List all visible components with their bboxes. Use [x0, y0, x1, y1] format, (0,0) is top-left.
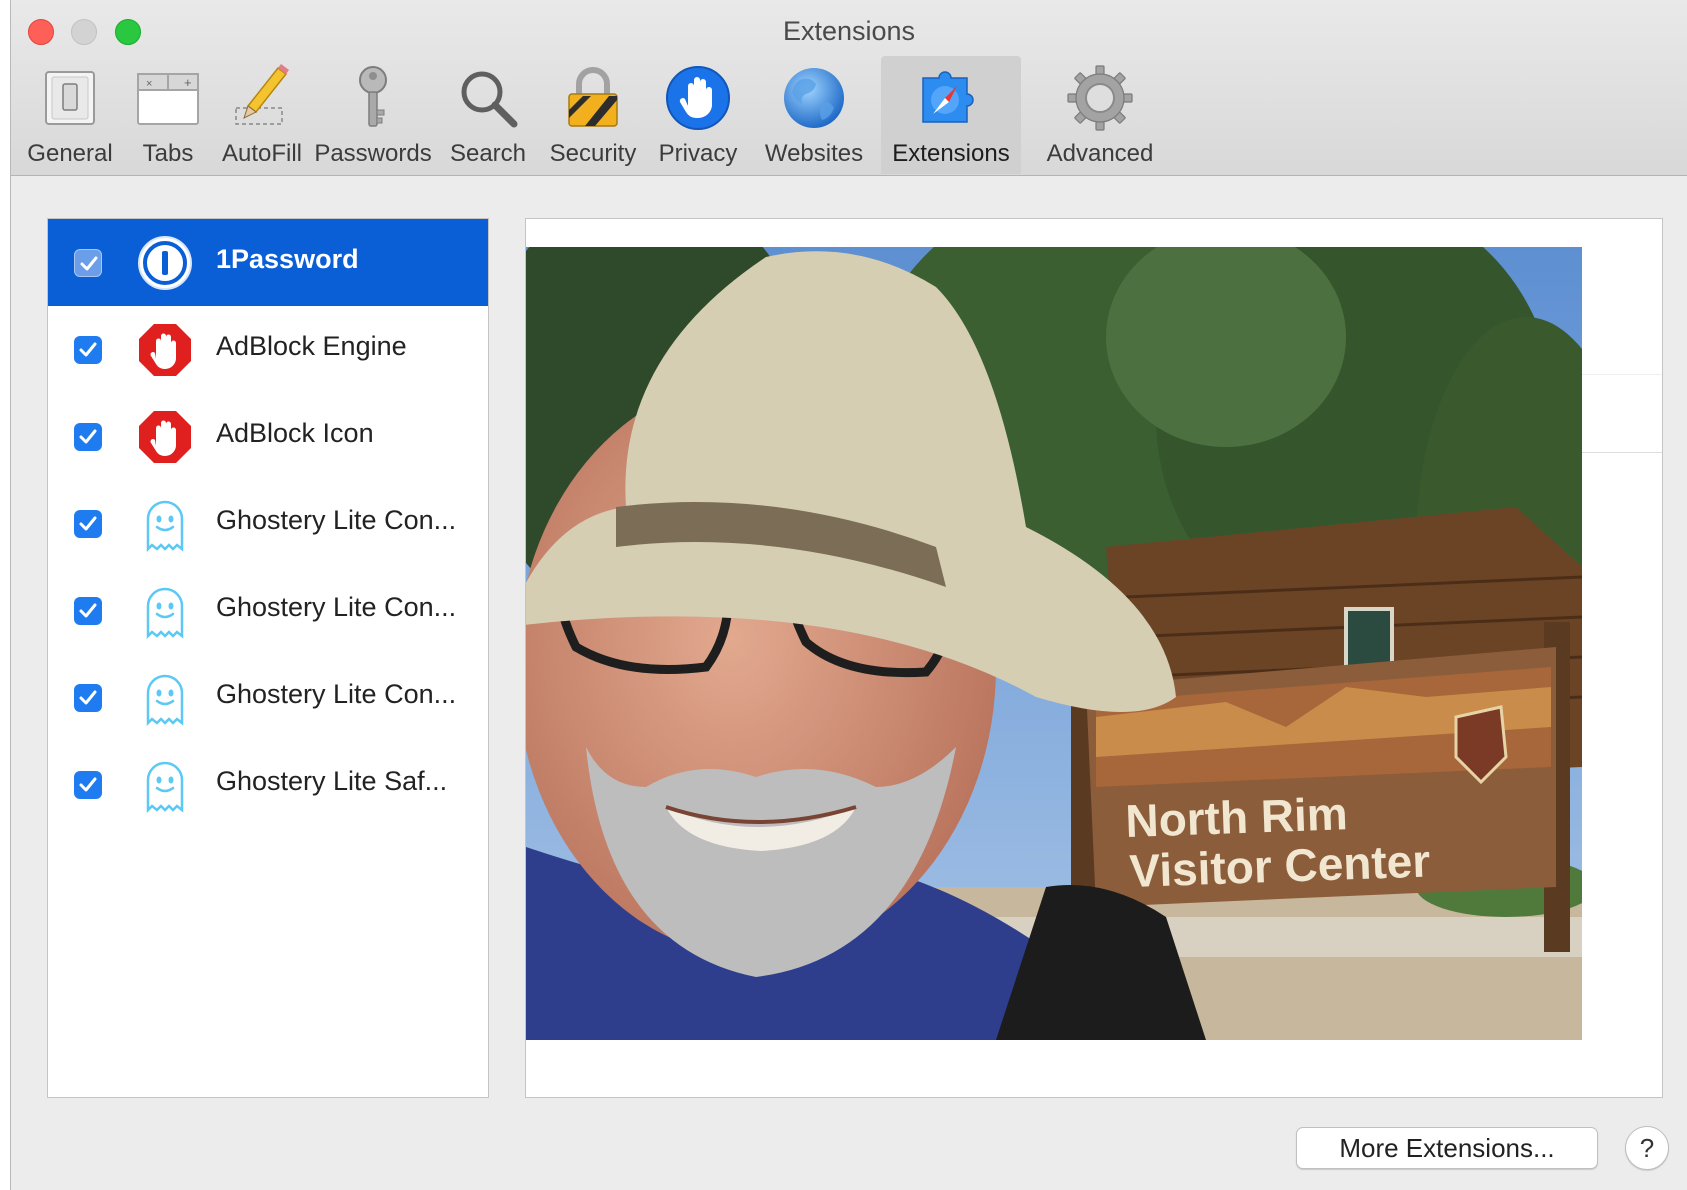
extension-enable-checkbox[interactable]	[74, 597, 102, 625]
list-item-ghostery[interactable]: Ghostery Lite Saf...	[48, 741, 488, 828]
tab-privacy[interactable]: Privacy	[648, 56, 748, 174]
extension-enable-checkbox[interactable]	[74, 684, 102, 712]
svg-text:×: ×	[146, 78, 152, 90]
extension-enable-checkbox[interactable]	[74, 423, 102, 451]
gear-icon	[1067, 65, 1133, 131]
checkmark-icon	[79, 777, 97, 792]
list-item-adblock-engine[interactable]: AdBlock Engine	[48, 306, 488, 393]
magnifier-icon	[461, 71, 518, 128]
tab-general[interactable]: General	[20, 56, 120, 174]
selfie-photo-drawing: North Rim Visitor Center	[526, 247, 1582, 1040]
preferences-toolbar: General × + Tabs AutoFill Passwords Sear…	[11, 56, 1687, 176]
list-item-1password[interactable]: 1Password	[48, 219, 488, 306]
tab-websites[interactable]: Websites	[751, 56, 877, 174]
ghost-icon	[146, 761, 184, 814]
ghost-icon	[146, 500, 184, 553]
list-item-ghostery[interactable]: Ghostery Lite Con...	[48, 654, 488, 741]
ghost-icon	[146, 587, 184, 640]
checkmark-icon	[79, 690, 97, 705]
tab-passwords[interactable]: Passwords	[311, 56, 435, 174]
key-icon	[359, 66, 387, 127]
sign-text-line2: Visitor Center	[1129, 835, 1432, 897]
tab-tabs[interactable]: × + Tabs	[123, 56, 213, 174]
titlebar: Extensions General × + Tabs AutoFill Pas…	[11, 0, 1687, 176]
tab-extensions[interactable]: Extensions	[881, 56, 1021, 174]
extension-enable-checkbox[interactable]	[74, 771, 102, 799]
checkmark-icon	[79, 342, 97, 357]
general-switch-icon	[45, 71, 95, 125]
adblock-hand-icon	[139, 324, 191, 376]
help-button[interactable]: ?	[1625, 1126, 1669, 1170]
hand-icon	[666, 66, 730, 130]
adblock-hand-icon	[139, 411, 191, 463]
selfie-photo: North Rim Visitor Center	[526, 247, 1582, 1040]
globe-icon	[784, 68, 844, 128]
padlock-icon	[568, 67, 618, 127]
list-item-adblock-icon[interactable]: AdBlock Icon	[48, 393, 488, 480]
more-extensions-button[interactable]: More Extensions...	[1296, 1127, 1598, 1169]
divider	[1582, 374, 1662, 375]
tab-security[interactable]: Security	[541, 56, 645, 174]
svg-text:+: +	[184, 75, 192, 90]
extension-enable-checkbox[interactable]	[74, 249, 102, 277]
checkmark-icon	[79, 516, 97, 531]
list-item-ghostery[interactable]: Ghostery Lite Con...	[48, 480, 488, 567]
tab-advanced[interactable]: Advanced	[1033, 56, 1167, 174]
checkmark-icon	[80, 256, 98, 271]
extension-enable-checkbox[interactable]	[74, 336, 102, 364]
onepassword-icon	[138, 236, 192, 290]
list-item-ghostery[interactable]: Ghostery Lite Con...	[48, 567, 488, 654]
pencil-icon	[235, 64, 289, 125]
tab-search[interactable]: Search	[438, 56, 538, 174]
checkmark-icon	[79, 429, 97, 444]
extension-detail-pane: North Rim Visitor Center	[525, 218, 1663, 1098]
checkmark-icon	[79, 603, 97, 618]
extension-enable-checkbox[interactable]	[74, 510, 102, 538]
safari-preferences-window: Extensions General × + Tabs AutoFill Pas…	[10, 0, 1687, 1190]
puzzle-compass-icon	[922, 71, 974, 123]
divider	[1582, 452, 1662, 453]
tabs-icon: × +	[137, 73, 199, 125]
ghost-icon	[146, 674, 184, 727]
extensions-list[interactable]: 1Password AdBlock Engine AdBlock Icon Gh…	[47, 218, 489, 1098]
window-title: Extensions	[782, 16, 916, 46]
tab-autofill[interactable]: AutoFill	[217, 56, 307, 174]
